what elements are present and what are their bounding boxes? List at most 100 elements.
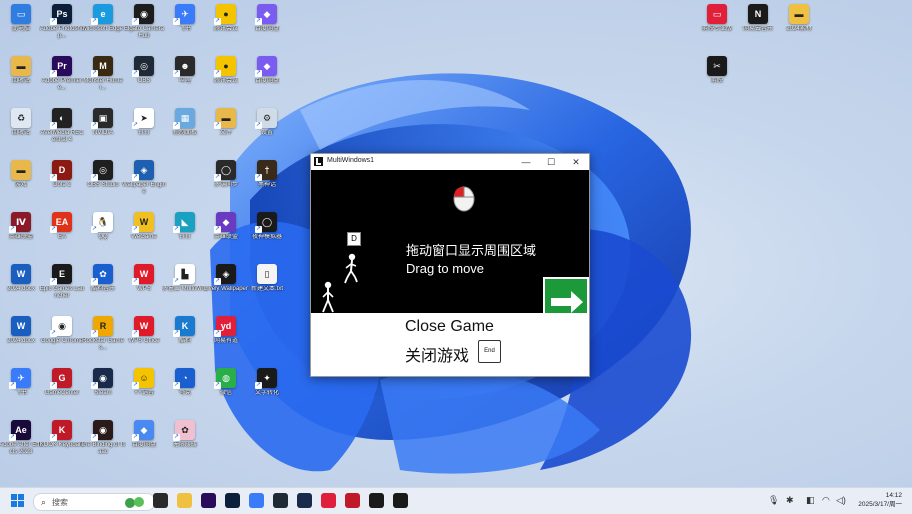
close-button[interactable]: ✕ (565, 154, 587, 170)
desktop-icon[interactable]: ◉ ↗ Elgato Camera Hub (123, 2, 165, 54)
desktop-icon[interactable]: ◍ ↗ 微信 (205, 366, 247, 418)
desktop-icon[interactable]: ✿ ↗ 无限暖暖 (164, 418, 206, 470)
multiwindows-game-window[interactable]: MultiWindows1 — ☐ ✕ D 拖动窗口显示周围区域 Drag to… (310, 153, 590, 377)
desktop-icon[interactable]: ◉ ↗ The Binding of Isaac (80, 418, 126, 470)
desktop-icon[interactable]: ✂ 剪映 (696, 54, 738, 106)
desktop-icon[interactable]: W ↗ WeGame (123, 210, 165, 262)
taskbar-clock[interactable]: 14:12 2025/3/17/周一 (858, 491, 902, 509)
desktop-icon[interactable]: ◆ ↗ 英雄联盟 (205, 210, 247, 262)
desktop-icon[interactable]: ● ↗ 腾讯会议 (205, 54, 247, 106)
desktop-icon[interactable]: Ps ↗ Adobe Photoshop... (40, 2, 84, 54)
microphone-icon[interactable]: 🎙 (768, 495, 779, 506)
desktop-icon[interactable]: ◯ ↗ 夜神模拟器 (246, 210, 288, 262)
desktop-icon[interactable]: ◯ ↗ 多端同步 (205, 158, 247, 210)
desktop-icon[interactable]: W ↗ WPS (123, 262, 165, 314)
game-stage[interactable]: D 拖动窗口显示周围区域 Drag to move (311, 170, 589, 327)
desktop-icon[interactable]: ▭ 剪映专业版 (696, 2, 738, 54)
shortcut-arrow-icon: ↗ (132, 122, 139, 129)
desktop-icon[interactable]: W 2024.docx (0, 262, 42, 314)
desktop-icon[interactable]: ◈ ↗ Wallpaper Engine (122, 158, 166, 210)
app-icon: ▯ (257, 264, 277, 284)
desktop-icon[interactable]: ▙ ↗ 多窗口 MultiWin.. (162, 262, 208, 314)
wifi-icon[interactable]: ◠ (822, 495, 830, 506)
desktop-icon[interactable]: yd ↗ 网易有道 (205, 314, 247, 366)
taskbar-app-obs[interactable] (273, 493, 288, 508)
tray-app-icon[interactable]: ◧ (806, 495, 815, 506)
taskbar-app-game-dev[interactable] (369, 493, 384, 508)
desktop-icon[interactable]: ▬ 2024素材 (778, 2, 820, 54)
desktop-icon[interactable]: M ↗ Monster Hunter... (82, 54, 124, 106)
desktop-icon[interactable]: ⚙ ↗ 设置 (246, 106, 288, 158)
taskbar-app-premiere[interactable] (201, 493, 216, 508)
desktop-icon[interactable]: Ae ↗ Adobe After Effects 2023 (0, 418, 43, 470)
desktop-icon[interactable]: ◣ ↗ 钉钉 (164, 210, 206, 262)
desktop-icon[interactable]: E ↗ Epic Games Launcher (40, 262, 84, 314)
desktop-icon[interactable]: ▬ 游戏 (0, 158, 42, 210)
desktop-icon[interactable]: ✦ ↗ 文字转化 (246, 366, 288, 418)
desktop-icon-label: 百度网盘 (254, 78, 279, 84)
desktop-icon[interactable]: ◆ ↗ 百度网盘 (246, 2, 288, 54)
desktop-icon[interactable]: ✈ ↗ 飞书 (0, 366, 42, 418)
desktop-icon[interactable]: ▬ 回收站 (0, 54, 42, 106)
desktop-icon-label: 网易云音乐 (742, 26, 773, 32)
taskbar-app-multiwindows[interactable] (393, 493, 408, 508)
taskbar-app-feishu[interactable] (249, 493, 264, 508)
bluetooth-icon[interactable]: ✱ (786, 495, 794, 506)
desktop-icon[interactable]: D ↗ Dota 2 (41, 158, 83, 210)
desktop-icon[interactable]: † ↗ 黑神话 (246, 158, 288, 210)
taskbar-app-netease-music[interactable] (345, 493, 360, 508)
desktop-icon[interactable]: Ⅳ ↗ 英雄联盟 (0, 210, 42, 262)
desktop-icon[interactable]: ▦ ↗ 控制面板 (164, 106, 206, 158)
desktop-icon[interactable]: ☺ ↗ YY语音 (123, 366, 165, 418)
desktop-icon[interactable]: ✿ ↗ 酷狗音乐 (82, 262, 124, 314)
desktop-icon[interactable]: ◆ ↗ 百度网盘 (246, 54, 288, 106)
desktop-icon[interactable]: ● ↗ 腾讯会议 (205, 2, 247, 54)
desktop-icon[interactable]: 🐧 ↗ QQ (82, 210, 124, 262)
minimize-button[interactable]: — (515, 154, 537, 170)
desktop-icon[interactable]: W 2024.docx (0, 314, 42, 366)
desktop-icon[interactable]: ☻ ↗ 哔哩 (164, 54, 206, 106)
desktop-icon[interactable]: ◎ ↗ OBS (123, 54, 165, 106)
taskbar-app-task-view[interactable] (153, 493, 168, 508)
shortcut-arrow-icon: ↗ (50, 70, 57, 77)
desktop-icon[interactable]: ◈ ↗ Lively Wallpaper (204, 262, 248, 314)
desktop-icon[interactable]: ▣ ↗ NVIDIA (82, 106, 124, 158)
desktop-icon[interactable]: EA ↗ EA (41, 210, 83, 262)
taskbar-app-jianying[interactable] (321, 493, 336, 508)
desktop-icon[interactable]: ➤ ↗ 钉钉 (123, 106, 165, 158)
desktop-icon[interactable]: ▭ 此电脑 (0, 2, 42, 54)
window-titlebar[interactable]: MultiWindows1 — ☐ ✕ (311, 154, 589, 170)
desktop-icon[interactable]: R ↗ Rockstar Games... (82, 314, 124, 366)
volume-icon[interactable]: ◁) (836, 495, 846, 506)
app-icon (314, 157, 323, 166)
taskbar-app-file-explorer[interactable] (177, 493, 192, 508)
desktop-icon[interactable]: ◎ ↗ OBS Studio (82, 158, 124, 210)
desktop-icon[interactable]: K ↗ 酷狗 (164, 314, 206, 366)
start-button[interactable] (11, 494, 24, 507)
desktop-icon[interactable]: ◉ ↗ Google Chrome (41, 314, 83, 366)
desktop-icon[interactable]: G ↗ GameCenter (41, 366, 83, 418)
desktop-icon[interactable]: ◉ ↗ Steam (82, 366, 124, 418)
desktop-icon[interactable]: ✈ ↗ 飞书 (164, 2, 206, 54)
taskbar-app-photoshop[interactable] (225, 493, 240, 508)
desktop-icon-label: 钉钉 (178, 234, 191, 240)
taskbar-app-steam[interactable] (297, 493, 312, 508)
app-icon: W (11, 316, 31, 336)
desktop-icon[interactable]: N 网易云音乐 (737, 2, 779, 54)
desktop-icon[interactable]: ▯ 新建文本.txt (246, 262, 288, 314)
desktop-icon-label: 钉钉 (137, 130, 150, 136)
desktop-icon-label: 回收站 (11, 130, 30, 136)
desktop-icon[interactable]: Pr ↗ Adobe Premiere... (41, 54, 83, 106)
desktop-icon[interactable]: K ↗ KOOK Keyboard (40, 418, 84, 470)
desktop-icon[interactable]: ♻ 回收站 (0, 106, 42, 158)
desktop-icon[interactable]: W ↗ WPS Office (123, 314, 165, 366)
shortcut-arrow-icon: ↗ (214, 382, 221, 389)
maximize-button[interactable]: ☐ (540, 154, 562, 170)
desktop-icon[interactable]: ▬ ↗ 文件 (205, 106, 247, 158)
desktop-icon[interactable]: ◆ ↗ 百度网盘 (123, 418, 165, 470)
desktop-icon[interactable]: ◐ ↗ AVerMedia RECentral 4 (40, 106, 84, 158)
desktop-icon[interactable]: ◔ ↗ 夸克 (164, 366, 206, 418)
desktop-icon[interactable]: e ↗ Microsoft Edge (82, 2, 124, 54)
taskbar-search-box[interactable]: ⌕ 搜索 (33, 493, 155, 511)
shortcut-arrow-icon: ↗ (132, 70, 139, 77)
